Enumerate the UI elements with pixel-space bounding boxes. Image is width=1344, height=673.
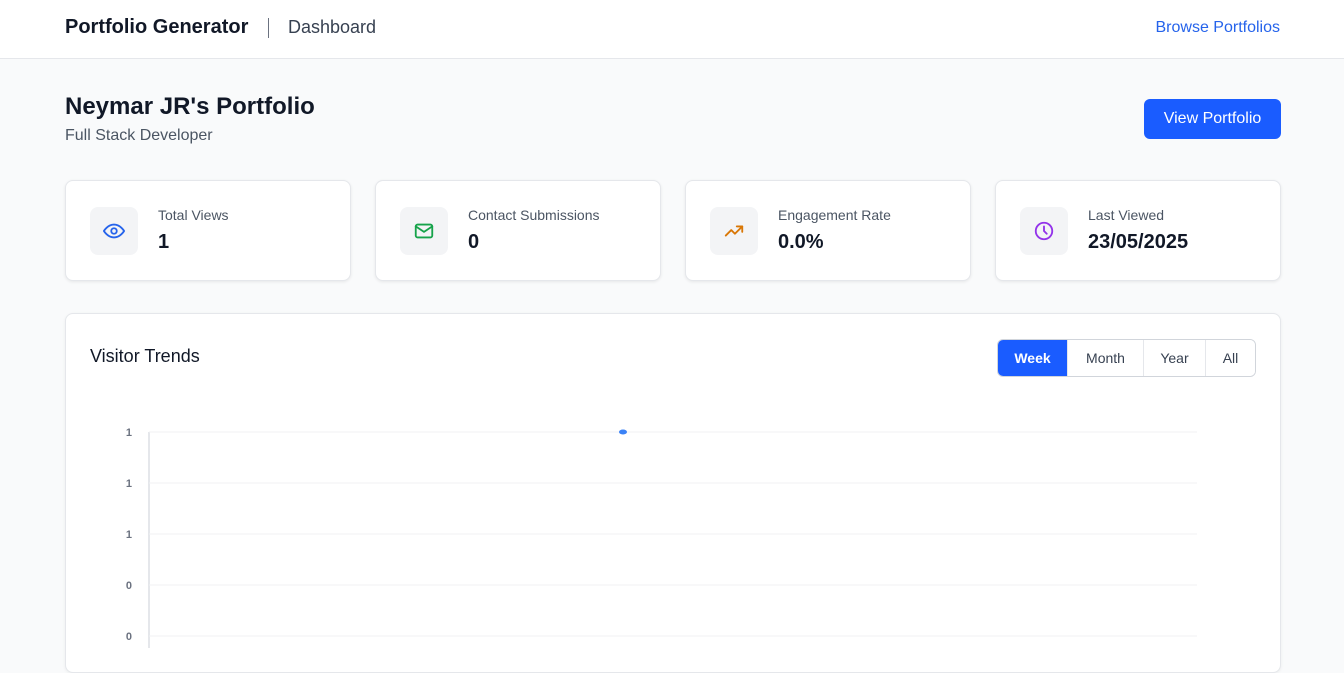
breadcrumb-dashboard: Dashboard	[288, 17, 377, 37]
stat-card-contact-submissions: Contact Submissions 0	[375, 180, 661, 281]
header-separator	[268, 18, 269, 38]
stat-label: Last Viewed	[1088, 207, 1165, 223]
y-tick-label: 1	[126, 478, 132, 490]
stat-value: 0	[468, 231, 480, 253]
page-subtitle: Full Stack Developer	[65, 127, 213, 144]
stat-card-last-viewed: Last Viewed 23/05/2025	[995, 180, 1281, 281]
eye-icon	[90, 207, 138, 255]
top-header: Portfolio Generator Dashboard Browse Por…	[0, 0, 1344, 59]
stat-label: Contact Submissions	[468, 207, 600, 223]
view-portfolio-button[interactable]: View Portfolio	[1144, 99, 1281, 139]
stat-card-total-views: Total Views 1	[65, 180, 351, 281]
stat-card-engagement-rate: Engagement Rate 0.0%	[685, 180, 971, 281]
stat-value: 23/05/2025	[1088, 231, 1189, 253]
browse-portfolios-link[interactable]: Browse Portfolios	[1156, 19, 1281, 37]
y-tick-label: 0	[126, 631, 132, 643]
mail-icon	[400, 207, 448, 255]
trending-up-icon	[710, 207, 758, 255]
page-title: Neymar JR's Portfolio	[65, 93, 315, 120]
stat-value: 1	[158, 231, 170, 253]
visitor-trends-chart: 1 1 1 0 0	[126, 427, 1197, 648]
stat-label: Engagement Rate	[778, 207, 891, 223]
clock-icon	[1020, 207, 1068, 255]
y-tick-label: 0	[126, 580, 132, 592]
stat-label: Total Views	[158, 207, 229, 223]
data-point	[619, 429, 627, 435]
brand-title[interactable]: Portfolio Generator	[65, 16, 248, 39]
y-tick-label: 1	[126, 427, 132, 439]
stat-value: 0.0%	[778, 231, 824, 253]
y-tick-label: 1	[126, 529, 132, 541]
visitor-trends-card: Visitor Trends Week Month Year All 11100	[65, 313, 1281, 673]
